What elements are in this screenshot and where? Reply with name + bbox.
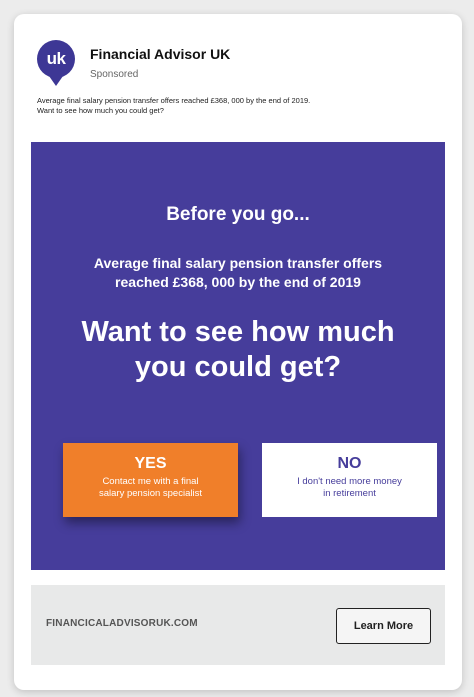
- advertiser-logo[interactable]: uk: [37, 40, 75, 86]
- ad-intro-heading: Before you go...: [166, 204, 310, 225]
- ad-creative[interactable]: Before you go... Average final salary pe…: [31, 142, 445, 570]
- ad-offer-text: Average final salary pension transfer of…: [51, 254, 425, 292]
- ad-footer[interactable]: FINANCICALADVISORUK.COM Learn More: [31, 585, 445, 665]
- no-button-subtitle: I don't need more money in retirement: [262, 476, 437, 500]
- learn-more-button[interactable]: Learn More: [336, 608, 431, 644]
- no-button-subtitle-line-2: in retirement: [323, 488, 376, 499]
- yes-button-title: YES: [134, 455, 167, 472]
- post-text-line-1: Average final salary pension transfer of…: [37, 96, 311, 105]
- sponsored-label: Sponsored: [90, 69, 139, 80]
- ad-headline: Want to see how much you could get?: [41, 315, 435, 385]
- yes-button-subtitle: Contact me with a final salary pension s…: [63, 476, 238, 500]
- advertiser-logo-text: uk: [46, 49, 66, 68]
- ad-domain[interactable]: FINANCICALADVISORUK.COM: [46, 618, 198, 629]
- yes-button[interactable]: YES Contact me with a final salary pensi…: [63, 443, 238, 517]
- yes-button-subtitle-line-1: Contact me with a final: [102, 476, 199, 487]
- ad-headline-line-2: you could get?: [134, 351, 342, 383]
- post-text: Average final salary pension transfer of…: [37, 96, 437, 116]
- yes-button-subtitle-line-2: salary pension specialist: [99, 488, 202, 499]
- no-button-subtitle-line-1: I don't need more money: [297, 476, 402, 487]
- advertiser-name[interactable]: Financial Advisor UK: [90, 46, 230, 62]
- no-button[interactable]: NO I don't need more money in retirement: [262, 443, 437, 517]
- no-button-title: NO: [337, 455, 362, 472]
- ad-headline-line-1: Want to see how much: [81, 316, 395, 348]
- ad-offer-line-1: Average final salary pension transfer of…: [93, 255, 383, 271]
- ad-offer-line-2: reached £368, 000 by the end of 2019: [115, 274, 361, 290]
- post-text-line-2: Want to see how much you could get?: [37, 106, 164, 115]
- sponsored-post-card: uk Financial Advisor UK Sponsored Averag…: [14, 14, 462, 690]
